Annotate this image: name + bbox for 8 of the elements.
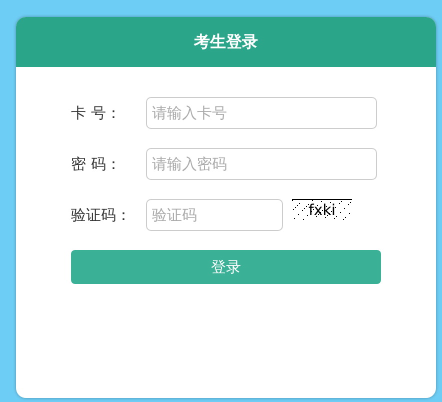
field-label: 卡 号： <box>71 104 122 122</box>
login-title: 考生登录 <box>194 32 258 52</box>
input-field[interactable]: 验证码 <box>146 199 283 231</box>
input-field[interactable]: 请输入卡号 <box>146 97 377 129</box>
field-label: 密 码： <box>71 154 122 174</box>
captcha-image[interactable]: fxki <box>292 199 352 220</box>
input-field[interactable]: 请输入密码 <box>146 148 377 180</box>
field-label: 验证码： <box>71 206 132 224</box>
